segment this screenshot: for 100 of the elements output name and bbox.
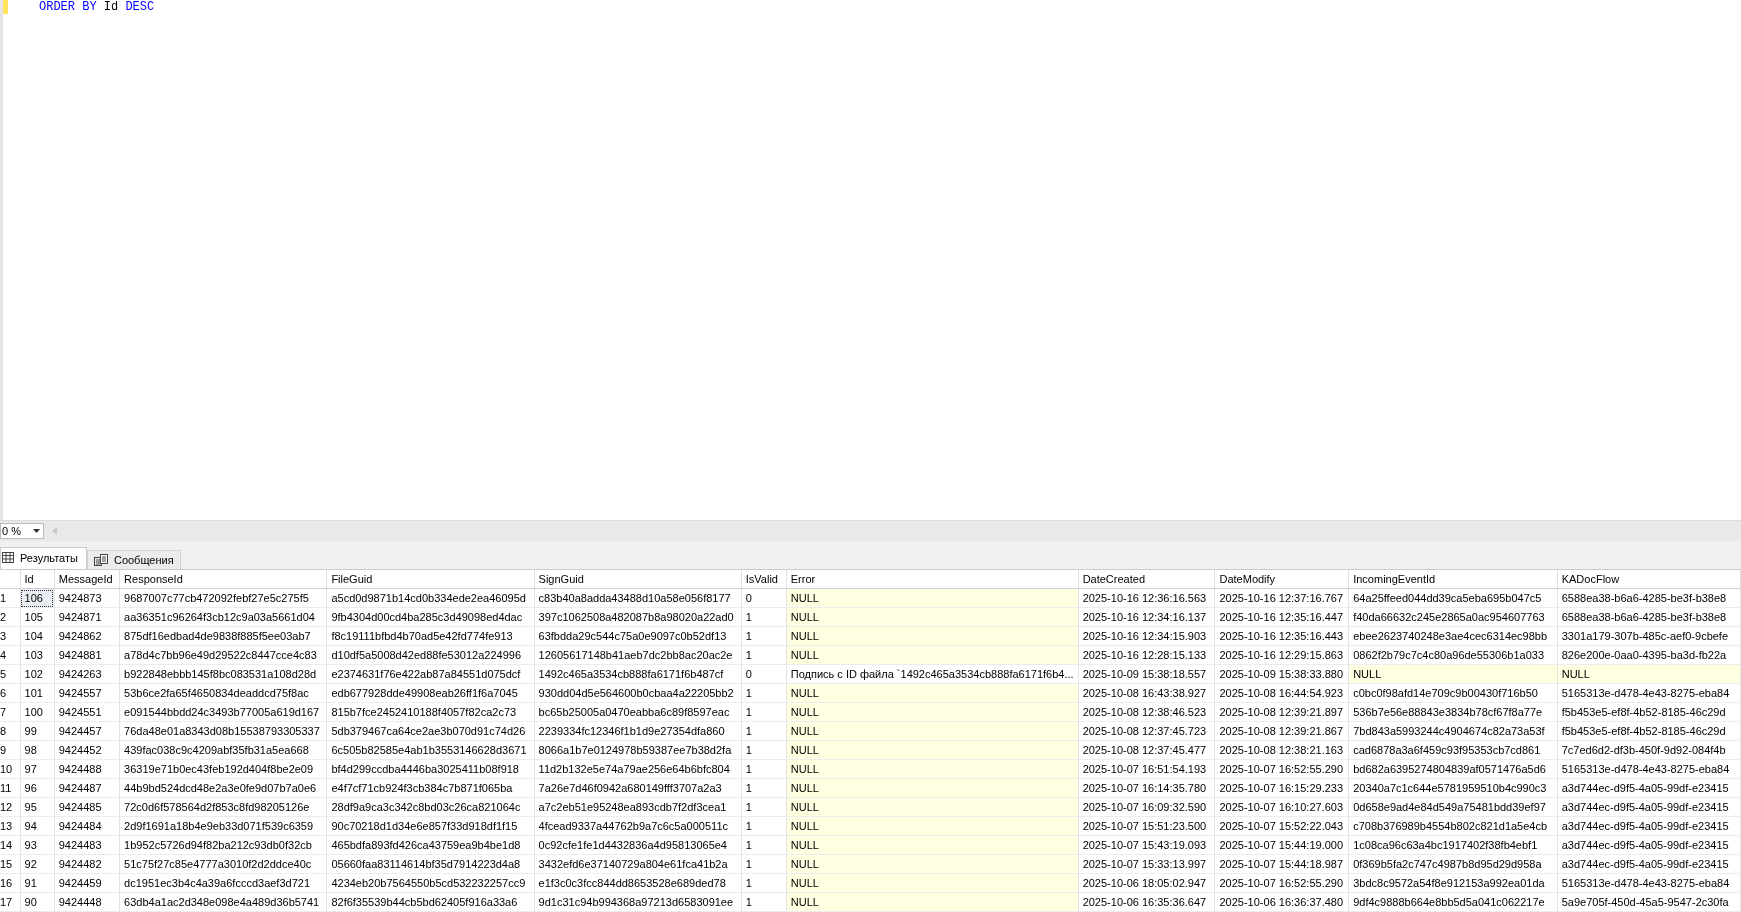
- table-cell: 6588ea38-b6a6-4285-be3f-b38e8: [1557, 588, 1741, 608]
- table-cell: 8066a1b7e0124978b59387ee7b38d2fa: [534, 740, 742, 760]
- table-cell: 76da48e01a8343d08b15538793305337: [119, 721, 327, 741]
- table-cell: 5165313e-d478-4e43-8275-eba84: [1557, 759, 1741, 779]
- table-cell: 6c505b82585e4ab1b3553146628d3671: [326, 740, 535, 760]
- row-number[interactable]: 11: [0, 778, 21, 798]
- table-cell: 2025-10-07 16:15:29.233: [1215, 778, 1349, 798]
- table-cell: 90: [20, 892, 55, 912]
- row-number[interactable]: 12: [0, 797, 21, 817]
- table-cell: 11d2b132e5e74a79ae256e64b6bfc804: [534, 759, 742, 779]
- table-cell: 4234eb20b7564550b5cd532232257cc9: [326, 873, 535, 893]
- table-cell: 1: [741, 778, 787, 798]
- table-cell: 44b9bd524dcd48e2a3e0fe9d07b7a0e6: [119, 778, 327, 798]
- table-cell: 1: [741, 835, 787, 855]
- table-cell: 1: [741, 854, 787, 874]
- table-cell: c83b40a8adda43488d10a58e056f8177: [534, 588, 742, 608]
- table-cell: 2025-10-07 15:43:19.093: [1078, 835, 1215, 855]
- table-cell: 2025-10-16 12:35:16.443: [1215, 626, 1349, 646]
- table-cell: 5165313e-d478-4e43-8275-eba84: [1557, 683, 1741, 703]
- table-cell: 2025-10-06 18:05:02.947: [1078, 873, 1215, 893]
- table-cell: 2025-10-16 12:37:16.767: [1215, 588, 1349, 608]
- row-number[interactable]: 8: [0, 721, 21, 741]
- table-cell: cad6878a3a6f459c93f95353cb7cd861: [1348, 740, 1558, 760]
- table-cell: a5cd0d9871b14cd0b334ede2ea46095d: [326, 588, 535, 608]
- table-cell: 36319e71b0ec43feb192d404f8be2e09: [119, 759, 327, 779]
- table-cell: 2025-10-08 12:38:21.163: [1215, 740, 1349, 760]
- table-cell: 7a26e7d46f0942a680149fff3707a2a3: [534, 778, 742, 798]
- table-cell: 875df16edbad4de9838f885f5ee03ab7: [119, 626, 327, 646]
- change-marker: [3, 0, 8, 14]
- row-number[interactable]: 5: [0, 664, 21, 684]
- table-cell: 9424483: [54, 835, 120, 855]
- table-cell: c0bc0f98afd14e709c9b00430f716b50: [1348, 683, 1558, 703]
- table-cell: 1: [741, 740, 787, 760]
- table-cell: a7c2eb51e95248ea893cdb7f2df3cea1: [534, 797, 742, 817]
- table-cell: b922848ebbb145f8bc083531a108d28d: [119, 664, 327, 684]
- row-number[interactable]: 14: [0, 835, 21, 855]
- table-cell: 9424871: [54, 607, 120, 627]
- row-number[interactable]: 3: [0, 626, 21, 646]
- table-cell: 103: [20, 645, 55, 665]
- table-cell: 2025-10-07 16:51:54.193: [1078, 759, 1215, 779]
- table-cell: 9d1c31c94b994368a97213d6583091ee: [534, 892, 742, 912]
- table-cell: 2d9f1691a18b4e9eb33d071f539c6359: [119, 816, 327, 836]
- table-cell: 2025-10-06 16:35:36.647: [1078, 892, 1215, 912]
- table-cell: e2374631f76e422ab87a84551d075dcf: [326, 664, 535, 684]
- table-cell: 20340a7c1c644e5781959510b4c990c3: [1348, 778, 1558, 798]
- table-cell: 397c1062508a482087b8a98020a22ad0: [534, 607, 742, 627]
- table-cell: 2025-10-08 12:38:46.523: [1078, 702, 1215, 722]
- row-number[interactable]: 13: [0, 816, 21, 836]
- table-cell: 96: [20, 778, 55, 798]
- table-cell: edb677928dde49908eab26ff1f6a7045: [326, 683, 535, 703]
- row-number[interactable]: 17: [0, 892, 21, 912]
- table-cell: 0d658e9ad4e84d549a75481bdd39ef97: [1348, 797, 1558, 817]
- table-cell: 2025-10-08 12:39:21.897: [1215, 702, 1349, 722]
- table-cell: 4fcead9337a44762b9a7c6c5a000511c: [534, 816, 742, 836]
- table-cell: 9424557: [54, 683, 120, 703]
- table-cell: f8c19111bfbd4b70ad5e42fd774fe913: [326, 626, 535, 646]
- table-cell: a3d744ec-d9f5-4a05-99df-e23415: [1557, 816, 1741, 836]
- table-cell: 5db379467ca64ce2ae3b070d91c74d26: [326, 721, 535, 741]
- table-cell: 2025-10-07 15:51:23.500: [1078, 816, 1215, 836]
- table-cell: 815b7fce2452410188f4057f82ca2c73: [326, 702, 535, 722]
- scroll-left-icon[interactable]: [52, 526, 57, 535]
- table-cell: e4f7cf71cb924f3cb384c7b871f065ba: [326, 778, 535, 798]
- table-cell: d10df5a5008d42ed88fe53012a224996: [326, 645, 535, 665]
- table-cell: 98: [20, 740, 55, 760]
- table-cell: 63fbdda29c544c75a0e9097c0b52df13: [534, 626, 742, 646]
- table-cell: 28df9a9ca3c342c8bd03c26ca821064c: [326, 797, 535, 817]
- result-tab[interactable]: Сообщения: [86, 549, 181, 569]
- row-number[interactable]: 1: [0, 588, 21, 608]
- table-cell: 2025-10-09 15:38:33.880: [1215, 664, 1349, 684]
- table-cell: 2025-10-08 12:39:21.867: [1215, 721, 1349, 741]
- table-cell: 51c75f27c85e4777a3010f2d2ddce40c: [119, 854, 327, 874]
- zoom-dropdown[interactable]: 0 %: [0, 522, 44, 539]
- table-cell: e1f3c0c3fcc844dd8653528e689ded78: [534, 873, 742, 893]
- table-cell: 1: [741, 873, 787, 893]
- result-tab[interactable]: Результаты: [0, 546, 87, 569]
- table-cell: 101: [20, 683, 55, 703]
- row-number[interactable]: 10: [0, 759, 21, 779]
- table-cell: 0: [741, 588, 787, 608]
- table-cell: a3d744ec-d9f5-4a05-99df-e23415: [1557, 797, 1741, 817]
- table-cell: 92: [20, 854, 55, 874]
- table-cell: 2025-10-07 15:33:13.997: [1078, 854, 1215, 874]
- table-cell: 2025-10-08 16:43:38.927: [1078, 683, 1215, 703]
- row-number[interactable]: 6: [0, 683, 21, 703]
- table-cell: a3d744ec-d9f5-4a05-99df-e23415: [1557, 835, 1741, 855]
- row-number[interactable]: 16: [0, 873, 21, 893]
- table-cell: 91: [20, 873, 55, 893]
- table-cell: 72c0d6f578564d2f853c8fd98205126e: [119, 797, 327, 817]
- table-cell: 1: [741, 816, 787, 836]
- row-number[interactable]: 15: [0, 854, 21, 874]
- table-cell: 1b952c5726d94f82ba212c93db0f32cb: [119, 835, 327, 855]
- table-cell: f40da66632c245e2865a0ac954607763: [1348, 607, 1558, 627]
- row-number[interactable]: 9: [0, 740, 21, 760]
- table-cell: 2025-10-09 15:38:18.557: [1078, 664, 1215, 684]
- row-number[interactable]: 7: [0, 702, 21, 722]
- row-number[interactable]: 2: [0, 607, 21, 627]
- table-cell: 9424457: [54, 721, 120, 741]
- table-cell: 3bdc8c9572a54f8e912153a992ea01da: [1348, 873, 1558, 893]
- table-cell: 1: [741, 892, 787, 912]
- row-number[interactable]: 4: [0, 645, 21, 665]
- table-cell: 1c08ca96c63a4bc1917402f38fb4ebf1: [1348, 835, 1558, 855]
